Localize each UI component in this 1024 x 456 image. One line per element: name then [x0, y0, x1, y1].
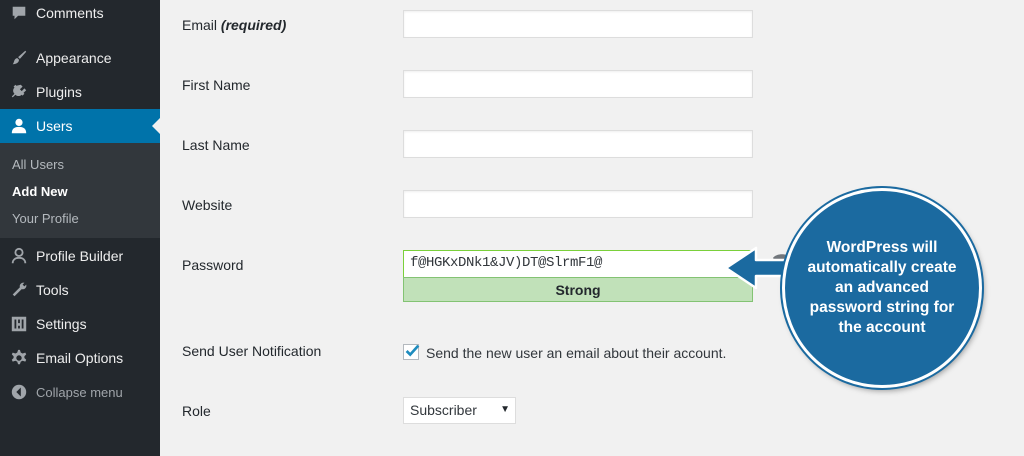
email-field[interactable]	[403, 10, 753, 38]
sidebar-item-label: Tools	[36, 282, 69, 298]
last-name-label: Last Name	[182, 137, 250, 153]
plug-icon	[10, 83, 28, 101]
sidebar-item-label: Users	[36, 118, 73, 134]
password-label: Password	[182, 257, 244, 273]
website-field[interactable]	[403, 190, 753, 218]
email-label-text: Email	[182, 17, 218, 33]
sidebar-item-comments[interactable]: Comments	[0, 0, 160, 30]
wrench-icon	[10, 281, 28, 299]
submenu-your-profile[interactable]: Your Profile	[12, 211, 79, 226]
checkmark-icon	[405, 344, 420, 357]
dropdown-arrow-icon: ▼	[500, 404, 510, 415]
required-marker: (required)	[220, 17, 287, 33]
collapse-icon	[10, 383, 28, 401]
sidebar-item-label: Appearance	[36, 50, 112, 66]
sidebar-item-appearance[interactable]: Appearance	[0, 41, 160, 75]
role-select[interactable]: Subscriber ▼	[403, 397, 516, 424]
comment-icon	[10, 4, 28, 22]
submenu-add-new[interactable]: Add New	[12, 184, 68, 199]
submenu-all-users[interactable]: All Users	[12, 157, 64, 172]
last-name-field[interactable]	[403, 130, 753, 158]
gear-icon	[10, 349, 28, 367]
sidebar-item-settings[interactable]: Settings	[0, 307, 160, 341]
sidebar-item-label: Email Options	[36, 350, 124, 366]
person-icon	[10, 247, 28, 265]
sidebar-item-email-options[interactable]: Email Options	[0, 341, 160, 375]
sidebar-item-profile-builder[interactable]: Profile Builder	[0, 239, 160, 273]
first-name-field[interactable]	[403, 70, 753, 98]
collapse-menu-button[interactable]: Collapse menu	[0, 375, 160, 409]
role-select-value: Subscriber	[410, 402, 477, 418]
first-name-label: First Name	[182, 77, 251, 93]
sidebar-item-users[interactable]: Users	[0, 109, 160, 143]
website-label: Website	[182, 197, 233, 213]
sidebar-item-plugins[interactable]: Plugins	[0, 75, 160, 109]
users-submenu: All Users Add New Your Profile	[0, 143, 160, 238]
callout-bubble: WordPress will automatically create an a…	[782, 188, 982, 388]
role-label: Role	[182, 403, 211, 419]
sidebar-item-label: Profile Builder	[36, 248, 124, 264]
callout-text: WordPress will automatically create an a…	[807, 239, 957, 336]
sidebar-item-label: Settings	[36, 316, 87, 332]
email-label: Email (required)	[182, 17, 286, 33]
sidebar-item-tools[interactable]: Tools	[0, 273, 160, 307]
sidebar-item-label: Collapse menu	[36, 384, 123, 400]
notification-checkbox[interactable]	[403, 344, 420, 360]
notification-checkbox-label[interactable]: Send the new user an email about their a…	[426, 345, 726, 361]
sliders-icon	[10, 315, 28, 333]
user-icon	[10, 117, 28, 135]
password-field[interactable]: f@HGKxDNk1&JV)DT@SlrmF1@	[403, 250, 753, 277]
paintbrush-icon	[10, 49, 28, 67]
password-strength-meter: Strong	[403, 277, 753, 302]
sidebar-item-label: Comments	[36, 5, 104, 21]
admin-sidebar: Comments Appearance Plugins Users All Us…	[0, 0, 160, 456]
sidebar-item-label: Plugins	[36, 84, 82, 100]
notification-label: Send User Notification	[182, 343, 322, 359]
